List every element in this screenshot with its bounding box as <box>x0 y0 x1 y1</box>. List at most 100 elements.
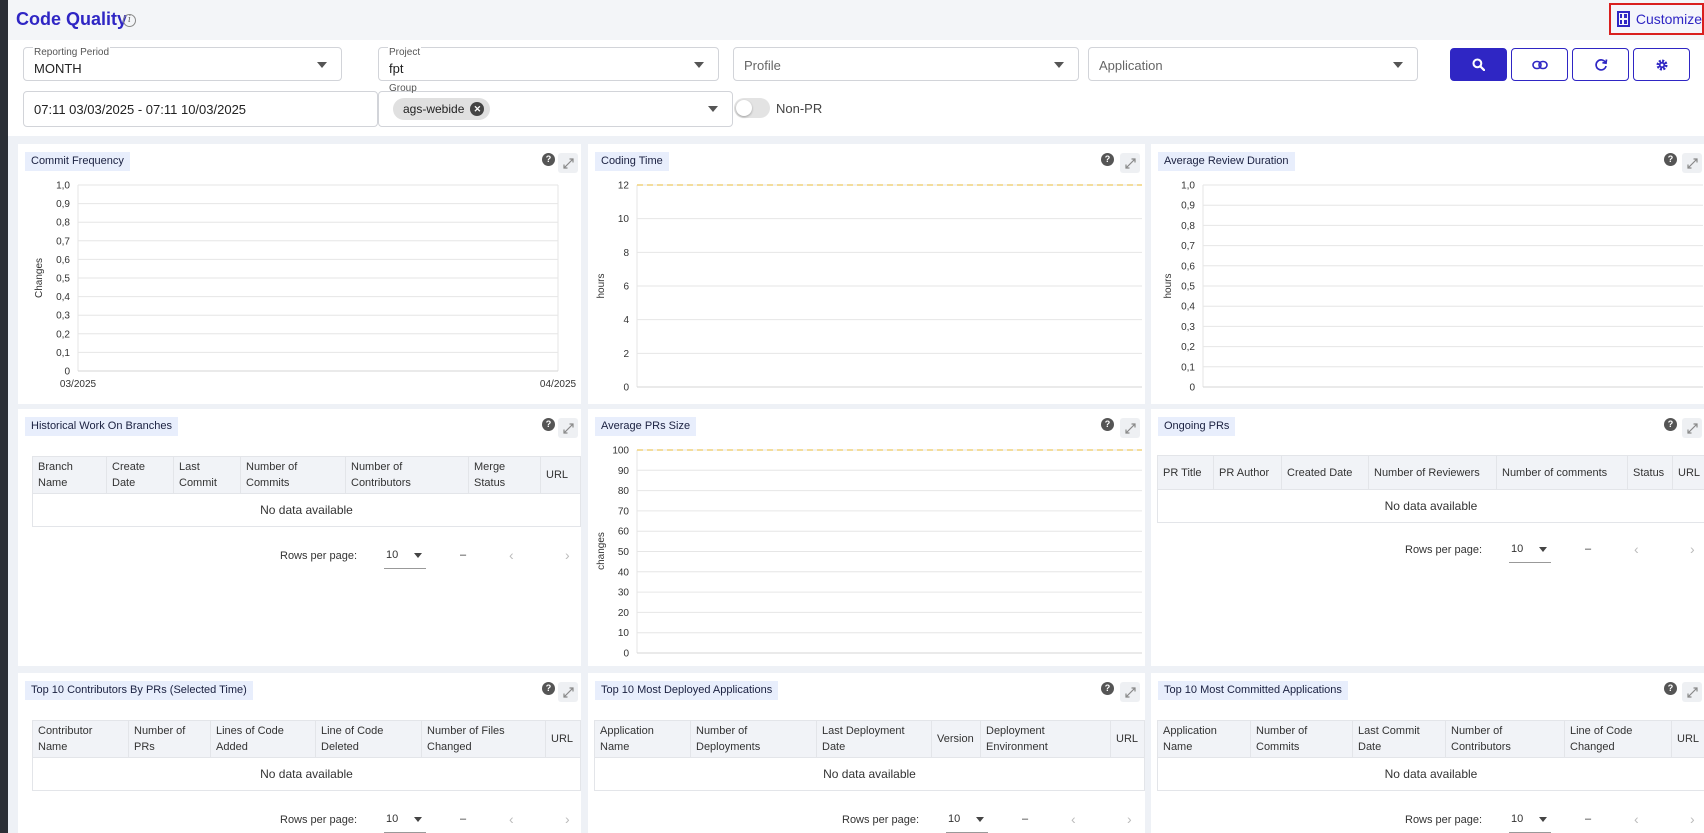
next-page-button[interactable]: › <box>1127 811 1132 827</box>
group-select[interactable]: Group ags-webide ✕ <box>378 83 733 127</box>
column-header[interactable]: Last Deployment Date <box>816 720 932 758</box>
column-header[interactable]: Last Commit Date <box>1352 720 1446 758</box>
rows-per-page-select[interactable]: 10 <box>946 807 988 833</box>
pagination: Rows per page: 10 – ‹ › <box>280 807 580 833</box>
y-tick-label: 0,6 <box>1181 261 1195 272</box>
column-header[interactable]: Number of Deployments <box>690 720 817 758</box>
next-page-button[interactable]: › <box>1690 811 1695 827</box>
column-header[interactable]: Number of Contributors <box>345 456 469 494</box>
column-header[interactable]: Last Commit <box>173 456 241 494</box>
column-header[interactable]: URL <box>1672 455 1704 490</box>
column-header[interactable]: Status <box>1627 455 1673 490</box>
chevron-down-icon <box>976 817 984 822</box>
column-header[interactable]: PR Title <box>1157 455 1214 490</box>
help-icon[interactable]: ? <box>1664 682 1677 695</box>
y-tick-label: 0,1 <box>1181 362 1195 373</box>
pagination: Rows per page: 10 – ‹ › <box>842 807 1142 833</box>
column-header[interactable]: URL <box>1671 720 1704 758</box>
settings-button[interactable] <box>1633 48 1690 81</box>
date-range-input[interactable]: 07:11 03/03/2025 - 07:11 10/03/2025 <box>23 91 378 127</box>
column-header[interactable]: Number of Files Changed <box>421 720 546 758</box>
top-committed-table: Application Name Number of Commits Last … <box>1157 720 1704 791</box>
column-header[interactable]: Number of Commits <box>240 456 346 494</box>
rows-per-page-select[interactable]: 10 <box>384 543 426 569</box>
column-header[interactable]: Branch Name <box>32 456 107 494</box>
column-header[interactable]: Number of PRs <box>128 720 211 758</box>
expand-button[interactable] <box>558 418 578 438</box>
column-header[interactable]: Deployment Environment <box>980 720 1111 758</box>
y-tick-label: 60 <box>618 527 630 538</box>
y-tick-label: 0,4 <box>56 292 70 303</box>
reporting-period-select[interactable]: Reporting Period MONTH <box>23 47 342 81</box>
search-button[interactable] <box>1450 48 1507 81</box>
column-header[interactable]: URL <box>540 456 581 494</box>
prev-page-button[interactable]: ‹ <box>509 811 514 827</box>
help-icon[interactable]: ? <box>542 418 555 431</box>
prev-page-button[interactable]: ‹ <box>1634 541 1639 557</box>
expand-icon <box>562 686 574 698</box>
y-tick-label: 50 <box>618 547 630 558</box>
column-header[interactable]: Version <box>931 720 981 758</box>
rows-per-page-label: Rows per page: <box>280 814 358 826</box>
column-header[interactable]: Create Date <box>106 456 174 494</box>
column-header[interactable]: Merge Status <box>468 456 541 494</box>
column-header[interactable]: Number of Reviewers <box>1368 455 1497 490</box>
y-tick-label: 0,9 <box>1181 201 1195 212</box>
application-select[interactable]: Application <box>1088 47 1418 81</box>
column-header[interactable]: Lines of Code Added <box>210 720 316 758</box>
y-tick-label: 90 <box>618 466 630 477</box>
column-header[interactable]: Application Name <box>594 720 691 758</box>
rows-per-page-select[interactable]: 10 <box>1509 807 1551 833</box>
column-header[interactable]: Number of comments <box>1496 455 1628 490</box>
non-pr-toggle[interactable] <box>734 98 770 118</box>
profile-select[interactable]: Profile <box>733 47 1079 81</box>
column-header[interactable]: Application Name <box>1157 720 1251 758</box>
next-page-button[interactable]: › <box>1690 541 1695 557</box>
column-header[interactable]: Line of Code Deleted <box>315 720 422 758</box>
column-header[interactable]: Contributor Name <box>32 720 129 758</box>
y-tick-label: 0,8 <box>56 218 70 229</box>
help-icon[interactable]: ? <box>1664 418 1677 431</box>
chevron-down-icon <box>694 62 704 68</box>
help-icon[interactable]: ? <box>1101 682 1114 695</box>
expand-icon <box>562 422 574 434</box>
page-range: – <box>1585 813 1592 825</box>
column-header[interactable]: PR Author <box>1213 455 1282 490</box>
rows-per-page-select[interactable]: 10 <box>384 807 426 833</box>
expand-button[interactable] <box>558 682 578 702</box>
column-header[interactable]: Line of Code Changed <box>1564 720 1672 758</box>
expand-icon <box>1124 686 1136 698</box>
next-page-button[interactable]: › <box>565 547 570 563</box>
close-icon[interactable]: ✕ <box>470 102 485 116</box>
column-header[interactable]: URL <box>1110 720 1145 758</box>
prev-page-button[interactable]: ‹ <box>1071 811 1076 827</box>
table-header-row: Application Name Number of Commits Last … <box>1157 720 1704 758</box>
widget-title: Ongoing PRs <box>1158 417 1236 436</box>
next-page-button[interactable]: › <box>565 811 570 827</box>
top-deployed-widget: Top 10 Most Deployed Applications ? Appl… <box>588 673 1145 833</box>
expand-icon <box>1686 422 1698 434</box>
column-header[interactable]: URL <box>545 720 581 758</box>
expand-button[interactable] <box>1682 682 1702 702</box>
column-header[interactable]: Number of Contributors <box>1445 720 1565 758</box>
y-axis-label: changes <box>596 532 607 570</box>
empty-message: No data available <box>1157 757 1704 791</box>
rows-per-page-select[interactable]: 10 <box>1509 537 1551 563</box>
non-pr-label: Non-PR <box>776 101 823 116</box>
prev-page-button[interactable]: ‹ <box>509 547 514 563</box>
y-tick-label: 8 <box>623 248 629 259</box>
refresh-button[interactable] <box>1572 48 1629 81</box>
project-select[interactable]: Project fpt <box>378 47 719 81</box>
empty-message: No data available <box>32 493 581 527</box>
table-row: No data available <box>32 493 581 527</box>
column-header[interactable]: Created Date <box>1281 455 1369 490</box>
expand-button[interactable] <box>1120 682 1140 702</box>
table-header-row: Contributor Name Number of PRs Lines of … <box>32 720 581 758</box>
help-icon[interactable]: ? <box>542 682 555 695</box>
expand-button[interactable] <box>1682 418 1702 438</box>
prev-page-button[interactable]: ‹ <box>1634 811 1639 827</box>
info-icon[interactable]: i <box>123 14 136 27</box>
column-header[interactable]: Number of Commits <box>1250 720 1353 758</box>
copy-link-button[interactable] <box>1511 48 1568 81</box>
customize-button[interactable]: Customize <box>1609 3 1704 35</box>
